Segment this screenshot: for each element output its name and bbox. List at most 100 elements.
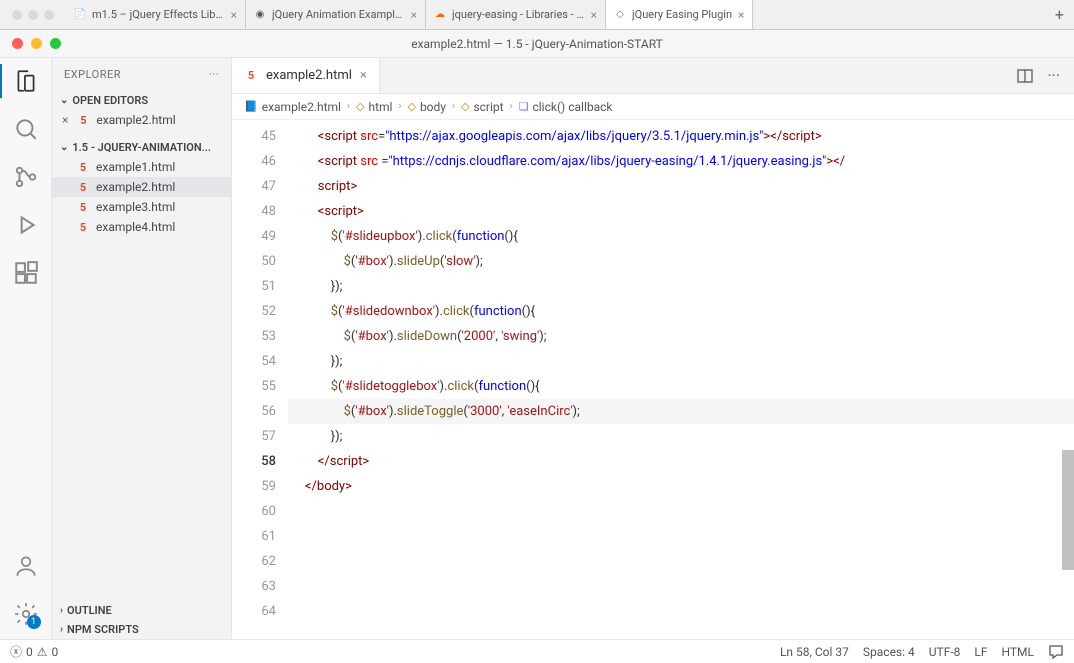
line-number: 64 [232, 599, 276, 624]
split-editor-icon[interactable] [1017, 68, 1033, 84]
settings-gear-icon[interactable]: 1 [13, 601, 39, 627]
breadcrumb-label: example2.html [262, 100, 341, 114]
code-line[interactable]: }); [288, 424, 1074, 449]
favicon: 📄 [74, 9, 86, 21]
browser-tab-label: jquery-easing - Libraries - cdn [452, 8, 585, 21]
close-tab-icon[interactable]: × [411, 8, 417, 22]
open-editor-item[interactable]: ×5example2.html [52, 110, 231, 130]
line-number: 48 [232, 199, 276, 224]
browser-tab[interactable]: 📄 m1.5 – jQuery Effects Library × [66, 0, 246, 29]
code-line[interactable]: script> [288, 174, 1074, 199]
browser-chrome: 📄m1.5 – jQuery Effects Library×◉jQuery A… [0, 0, 1074, 30]
html-file-icon: 5 [76, 161, 90, 174]
new-tab-button[interactable]: + [1045, 5, 1074, 24]
source-control-icon[interactable] [13, 164, 39, 190]
html-file-icon: 5 [76, 201, 90, 214]
file-item[interactable]: 5example2.html [52, 177, 231, 197]
more-actions-icon[interactable]: ··· [1047, 66, 1060, 85]
traffic-light [12, 10, 22, 20]
breadcrumb-icon: ◇ [461, 100, 469, 113]
explorer-title: EXPLORER [64, 68, 121, 81]
code-line[interactable]: $('#box').slideDown('2000', 'swing'); [288, 324, 1074, 349]
breadcrumb-item[interactable]: ◇html [356, 100, 392, 114]
chevron-down-icon: ⌄ [60, 95, 68, 106]
breadcrumb-separator: › [398, 101, 401, 112]
chevron-down-icon: ⌄ [60, 142, 68, 153]
line-number: 63 [232, 574, 276, 599]
open-editors-header[interactable]: ⌄ OPEN EDITORS [52, 91, 231, 110]
traffic-light [44, 10, 54, 20]
eol-status[interactable]: LF [974, 645, 987, 659]
breadcrumb[interactable]: 📘example2.html›◇html›◇body›◇script›❏clic… [232, 94, 1074, 120]
vertical-scrollbar[interactable] [1062, 120, 1074, 639]
scroll-thumb[interactable] [1062, 450, 1074, 570]
code-line[interactable]: $('#box').slideUp('slow'); [288, 249, 1074, 274]
main-area: 1 EXPLORER ··· ⌄ OPEN EDITORS ×5example2… [0, 58, 1074, 639]
search-icon[interactable] [13, 116, 39, 142]
close-tab-icon[interactable]: × [738, 8, 744, 22]
line-number: 62 [232, 549, 276, 574]
cursor-position[interactable]: Ln 58, Col 37 [780, 645, 849, 659]
encoding-status[interactable]: UTF-8 [929, 645, 961, 659]
folder-header[interactable]: ⌄ 1.5 - JQUERY-ANIMATION... [52, 138, 231, 157]
file-name: example2.html [96, 113, 175, 127]
breadcrumb-item[interactable]: ❏click() callback [519, 100, 613, 114]
code-line[interactable]: $('#slideupbox').click(function(){ [288, 224, 1074, 249]
code-line[interactable]: }); [288, 349, 1074, 374]
close-tab-icon[interactable]: × [360, 68, 367, 83]
close-window[interactable] [12, 38, 23, 49]
browser-tab[interactable]: ◉jQuery Animation Example 2× [246, 0, 426, 29]
browser-tab[interactable]: ◇jQuery Easing Plugin× [606, 0, 753, 29]
browser-tab[interactable]: ☁jquery-easing - Libraries - cdn× [426, 0, 606, 29]
breadcrumb-icon: ◇ [356, 100, 364, 113]
line-number: 58 [232, 449, 276, 474]
line-number: 51 [232, 274, 276, 299]
run-debug-icon[interactable] [13, 212, 39, 238]
code-line[interactable]: </script> [288, 449, 1074, 474]
problems-status[interactable]: ⓧ0 ⚠0 [10, 643, 58, 660]
language-mode[interactable]: HTML [1002, 645, 1035, 659]
code-area[interactable]: 4546474849505152535455565758596061626364… [232, 120, 1074, 639]
file-name: example1.html [96, 160, 175, 174]
close-tab-icon[interactable]: × [231, 8, 237, 22]
html-file-icon: 5 [244, 69, 258, 82]
file-item[interactable]: 5 example1.html [52, 157, 231, 177]
window-controls[interactable] [12, 38, 61, 49]
code-lines[interactable]: <script src="https://ajax.googleapis.com… [288, 120, 1074, 639]
code-line[interactable]: <script> [288, 199, 1074, 224]
code-line[interactable]: $('#slidedownbox').click(function(){ [288, 299, 1074, 324]
code-line[interactable]: $('#box').slideToggle('3000', 'easeInCir… [288, 399, 1074, 424]
close-editor-icon[interactable]: × [62, 113, 68, 127]
breadcrumb-item[interactable]: 📘 example2.html [244, 100, 341, 114]
browser-tab-label: jQuery Easing Plugin [632, 8, 732, 21]
code-line[interactable]: <script src="https://ajax.googleapis.com… [288, 124, 1074, 149]
breadcrumb-icon: 📘 [244, 100, 258, 113]
minimize-window[interactable] [31, 38, 42, 49]
code-line[interactable]: $('#slidetogglebox').click(function(){ [288, 374, 1074, 399]
zoom-window[interactable] [50, 38, 61, 49]
close-tab-icon[interactable]: × [591, 8, 597, 22]
indentation-status[interactable]: Spaces: 4 [863, 645, 915, 659]
extensions-icon[interactable] [13, 260, 39, 286]
browser-tab-label: m1.5 – jQuery Effects Library [92, 8, 225, 21]
line-number: 47 [232, 174, 276, 199]
feedback-icon[interactable] [1048, 644, 1064, 660]
file-name: example2.html [96, 180, 175, 194]
breadcrumb-icon: ❏ [519, 100, 529, 113]
line-number: 59 [232, 474, 276, 499]
code-line[interactable]: </body> [288, 474, 1074, 499]
code-line[interactable]: <script src ="https://cdnjs.cloudflare.c… [288, 149, 1074, 174]
breadcrumb-item[interactable]: ◇body [407, 100, 446, 114]
explorer-more-icon[interactable]: ··· [209, 68, 219, 81]
npm-scripts-header[interactable]: › NPM SCRIPTS [52, 620, 231, 639]
file-item[interactable]: 5example4.html [52, 217, 231, 237]
breadcrumb-label: script [473, 100, 503, 114]
code-line[interactable]: }); [288, 274, 1074, 299]
explorer-icon[interactable] [13, 68, 39, 94]
accounts-icon[interactable] [13, 553, 39, 579]
breadcrumb-item[interactable]: ◇ script [461, 100, 504, 114]
file-item[interactable]: 5example3.html [52, 197, 231, 217]
editor-tab[interactable]: 5 example2.html × [232, 58, 380, 93]
line-number: 50 [232, 249, 276, 274]
outline-header[interactable]: › OUTLINE [52, 601, 231, 620]
